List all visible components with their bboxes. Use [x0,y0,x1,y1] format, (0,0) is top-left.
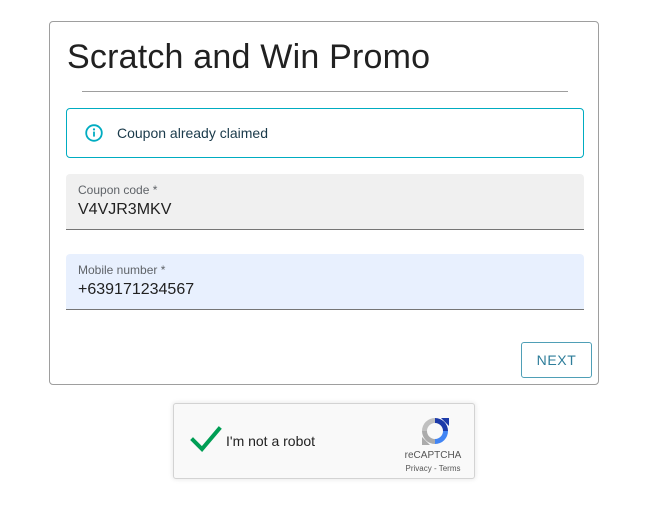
recaptcha-links: Privacy - Terms [398,464,468,473]
recaptcha-logo-icon [422,418,449,445]
info-icon [85,124,103,142]
terms-link[interactable]: Terms [439,464,461,473]
coupon-code-input[interactable]: V4VJR3MKV [78,201,171,219]
mobile-number-field[interactable]: Mobile number * +639171234567 [66,254,584,310]
coupon-code-label: Coupon code * [78,183,158,197]
privacy-link[interactable]: Privacy [406,464,432,473]
recaptcha-label: I'm not a robot [226,433,316,449]
recaptcha-brand: reCAPTCHA [404,450,462,461]
promo-card: Scratch and Win Promo Coupon already cla… [49,21,599,385]
info-alert: Coupon already claimed [66,108,584,158]
page-title: Scratch and Win Promo [67,38,431,76]
mobile-number-label: Mobile number * [78,263,166,277]
links-separator: - [431,464,439,473]
alert-message: Coupon already claimed [117,125,268,141]
title-divider [82,91,568,92]
recaptcha-widget: I'm not a robot reCAPTCHA Privacy - Term… [173,403,475,479]
next-button[interactable]: NEXT [521,342,592,378]
checkmark-icon[interactable] [190,425,222,453]
mobile-number-input[interactable]: +639171234567 [78,281,194,299]
coupon-code-field[interactable]: Coupon code * V4VJR3MKV [66,174,584,230]
